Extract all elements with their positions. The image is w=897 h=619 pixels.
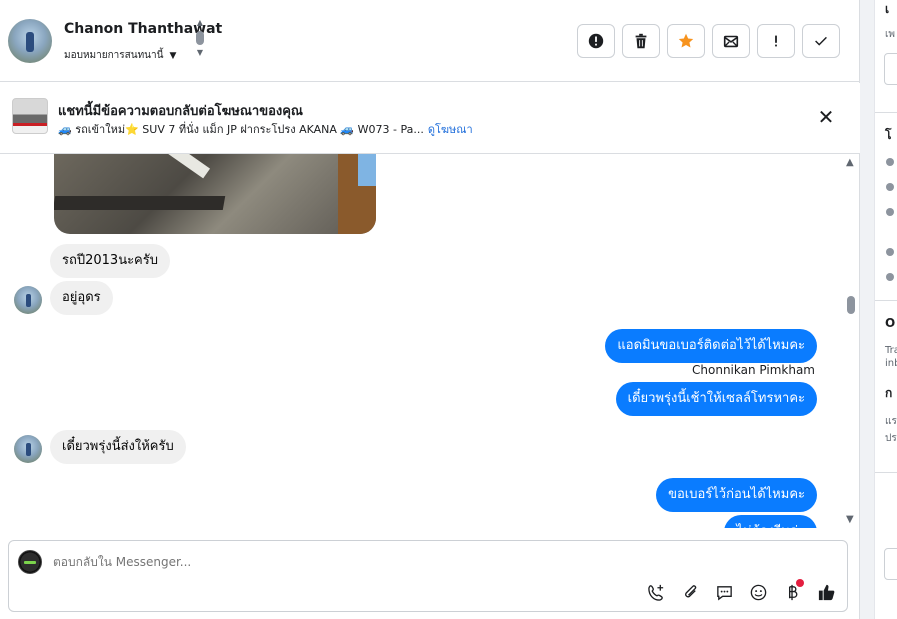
star-icon [678,33,694,48]
page-avatar [18,550,42,574]
details-input[interactable] [884,53,897,85]
panel-divider [860,0,874,619]
header-scroll-stepper[interactable]: ▲ ▼ [194,18,206,66]
alert-circle-icon [588,33,604,49]
add-call-icon [647,584,663,601]
mark-done-button[interactable] [802,24,840,58]
follow-up-button[interactable] [757,24,795,58]
close-icon[interactable]: ✕ [816,107,836,127]
message-composer [8,540,848,612]
shared-photo[interactable] [54,154,376,234]
ad-banner-title: แชทนี้มีข้อความตอบกลับต่อโฆษณาของคุณ [58,104,303,119]
clock-icon [886,158,894,166]
location-pin-icon [886,248,894,256]
conversation-panel: Chanon Thanthawat มอบหมายการสนทนานี้ ▼ ▲… [0,0,860,619]
details-text: inb [885,358,897,369]
details-heading: โ [885,128,892,142]
outgoing-message[interactable]: เดี๋ยวพรุ่งนี้เช้าให้เซลล์โทรหาคะ [615,382,817,416]
incoming-message[interactable]: รถปี2013นะครับ [50,244,170,278]
reply-input[interactable] [53,555,553,569]
page-root: Chanon Thanthawat มอบหมายการสนทนานี้ ▼ ▲… [0,0,897,619]
scroll-thumb[interactable] [196,31,204,45]
saved-reply-icon [716,585,732,600]
add-call-button[interactable] [645,581,667,603]
message-list[interactable]: รถปี2013นะครับ อยู่อุดร แอดมินขอเบอร์ติด… [0,154,860,528]
composer-toolbar [645,579,837,603]
location-pin-icon [886,273,894,281]
emoji-icon [750,584,766,600]
thumbs-up-icon [818,584,834,600]
view-ad-link[interactable]: ดูโฆษณา [428,123,473,136]
emoji-button[interactable] [747,581,769,603]
contact-avatar[interactable] [8,19,52,63]
photo-detail [358,154,376,186]
ad-reply-banner: แชทนี้มีข้อความตอบกลับต่อโฆษณาของคุณ 🚙 ร… [0,83,860,154]
scroll-up-arrow-icon[interactable]: ▲ [846,157,854,168]
scroll-up-arrow-icon[interactable]: ▲ [197,18,203,28]
photo-detail [54,196,226,210]
star-button[interactable] [667,24,705,58]
divider [875,472,897,473]
payment-button[interactable] [781,579,804,603]
briefcase-icon [886,183,894,191]
divider [875,300,897,301]
outgoing-message[interactable]: แอดมินขอเบอร์ติดต่อไว้ได้ไหมคะ [605,329,817,363]
outgoing-message[interactable]: ไม่ต้องรีบค่ะ [724,515,817,528]
contact-avatar-small[interactable] [14,435,42,463]
divider [875,112,897,113]
delete-button[interactable] [622,24,660,58]
details-heading: ก [885,386,893,400]
attachment-icon [684,584,696,597]
envelope-icon [723,35,739,48]
details-text: Tra [885,345,897,356]
conversation-actions [577,24,840,58]
details-text: แร [885,416,897,427]
contact-avatar-small[interactable] [14,286,42,314]
attach-file-button[interactable] [679,581,701,603]
notification-dot [796,579,804,587]
mark-unread-button[interactable] [712,24,750,58]
details-text: เพ [885,29,896,40]
details-heading: เ [885,2,890,16]
check-icon [815,36,827,46]
mark-spam-button[interactable] [577,24,615,58]
ad-name: 🚙 รถเข้าใหม่⭐ SUV 7 ที่นั่ง แม็ก JP ฝากร… [58,123,424,136]
details-heading: O [885,316,896,330]
incoming-message[interactable]: เดี๋ยวพรุ่งนี้ส่งให้ครับ [50,430,186,464]
details-text: ปร [885,433,897,444]
details-input[interactable] [884,548,897,580]
photo-detail [154,154,211,179]
message-list-scrollbar[interactable] [847,296,855,314]
contact-details-panel: เ เพ โ O Tra inb ก แร ปร [874,0,897,619]
scroll-down-arrow-icon[interactable]: ▼ [846,514,854,525]
ad-banner-subtitle: 🚙 รถเข้าใหม่⭐ SUV 7 ที่นั่ง แม็ก JP ฝากร… [58,120,473,138]
scroll-down-arrow-icon[interactable]: ▼ [197,48,203,58]
trash-icon [635,33,647,49]
saved-replies-button[interactable] [713,581,735,603]
education-icon [886,208,894,216]
conversation-header: Chanon Thanthawat มอบหมายการสนทนานี้ ▼ ▲… [0,0,860,82]
ad-thumbnail[interactable] [12,98,48,134]
assign-label: มอบหมายการสนทนานี้ [64,50,164,61]
assign-conversation-dropdown[interactable]: มอบหมายการสนทนานี้ ▼ [64,48,176,63]
chevron-down-icon: ▼ [169,50,177,61]
incoming-message[interactable]: อยู่อุดร [50,281,113,315]
outgoing-message[interactable]: ขอเบอร์ไว้ก่อนได้ไหมคะ [656,478,817,512]
exclamation-icon [775,35,777,47]
send-like-button[interactable] [815,581,837,603]
sender-name: Chonnikan Pimkham [692,363,815,377]
